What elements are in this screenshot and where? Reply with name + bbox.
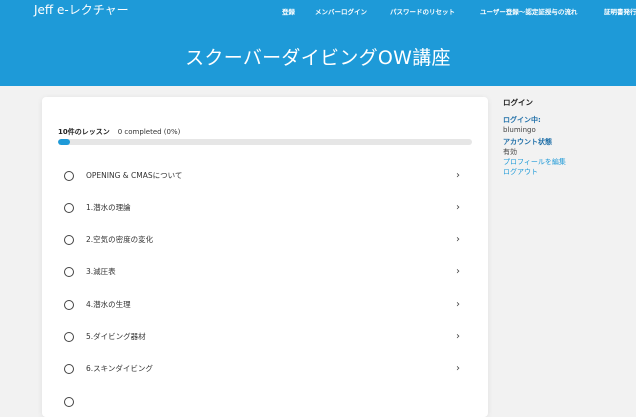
lesson-title: OPENING & CMASについて: [86, 171, 183, 180]
edit-profile-link[interactable]: プロフィールを編集: [503, 157, 633, 167]
lesson-title: 5.ダイビング器材: [86, 332, 146, 341]
incomplete-circle-icon: [64, 267, 74, 277]
lesson-item[interactable]: OPENING & CMASについて ›: [58, 163, 472, 191]
login-widget-title: ログイン: [503, 98, 533, 107]
logged-in-label: ログイン中:: [503, 116, 541, 124]
lesson-title: 6.スキンダイビング: [86, 364, 153, 373]
progress-summary: 10件のレッスン 0 completed (0%): [58, 127, 180, 137]
chevron-right-icon: ›: [456, 363, 460, 374]
nav-item-password-reset[interactable]: パスワードのリセット: [390, 6, 455, 18]
site-header: Jeff e-レクチャー 登録 メンバーログイン パスワードのリセット ユーザー…: [0, 0, 636, 86]
site-brand[interactable]: Jeff e-レクチャー: [34, 2, 129, 18]
incomplete-circle-icon: [64, 364, 74, 374]
account-status-label: アカウント状態: [503, 138, 552, 146]
account-status-value: 有効: [503, 148, 517, 156]
login-widget: ログイン ログイン中: blumingo アカウント状態 有効 プロフィールを編…: [503, 98, 633, 177]
nav-item-registration-flow[interactable]: ユーザー登録～認定証授与の流れ: [480, 6, 577, 18]
nav-item-certificate[interactable]: 証明書発行: [604, 6, 636, 18]
nav-item-register[interactable]: 登録: [282, 6, 295, 18]
incomplete-circle-icon: [64, 171, 74, 181]
nav-item-member-login[interactable]: メンバーログイン: [315, 6, 367, 18]
progress-bar: [58, 139, 472, 145]
progress-bar-fill: [58, 139, 70, 145]
chevron-right-icon: ›: [456, 331, 460, 342]
lesson-item[interactable]: 3.減圧表 ›: [58, 259, 472, 287]
lesson-item[interactable]: 5.ダイビング器材 ›: [58, 324, 472, 352]
completed-status: 0 completed (0%): [117, 128, 181, 136]
incomplete-circle-icon: [64, 203, 74, 213]
lesson-item-partial[interactable]: [58, 389, 472, 417]
lesson-item[interactable]: 1.潜水の理論 ›: [58, 195, 472, 223]
lesson-item[interactable]: 2.空気の密度の変化 ›: [58, 227, 472, 255]
username: blumingo: [503, 126, 536, 134]
lesson-title: 2.空気の密度の変化: [86, 235, 154, 244]
page-title: スクーバーダイビングOW講座: [185, 47, 451, 69]
chevron-right-icon: ›: [456, 299, 460, 310]
incomplete-circle-icon: [64, 397, 74, 407]
lesson-title: 4.潜水の生理: [86, 300, 131, 309]
incomplete-circle-icon: [64, 332, 74, 342]
chevron-right-icon: ›: [456, 202, 460, 213]
chevron-right-icon: ›: [456, 266, 460, 277]
lesson-item[interactable]: 4.潜水の生理 ›: [58, 292, 472, 320]
lesson-item[interactable]: 6.スキンダイビング ›: [58, 356, 472, 384]
lesson-title: 1.潜水の理論: [86, 203, 131, 212]
logout-link[interactable]: ログアウト: [503, 167, 633, 177]
chevron-right-icon: ›: [456, 234, 460, 245]
chevron-right-icon: ›: [456, 170, 460, 181]
incomplete-circle-icon: [64, 235, 74, 245]
incomplete-circle-icon: [64, 300, 74, 310]
lesson-count: 10件のレッスン: [58, 128, 110, 136]
course-content-card: 10件のレッスン 0 completed (0%) OPENING & CMASに…: [42, 97, 488, 417]
lesson-title: 3.減圧表: [86, 267, 116, 276]
